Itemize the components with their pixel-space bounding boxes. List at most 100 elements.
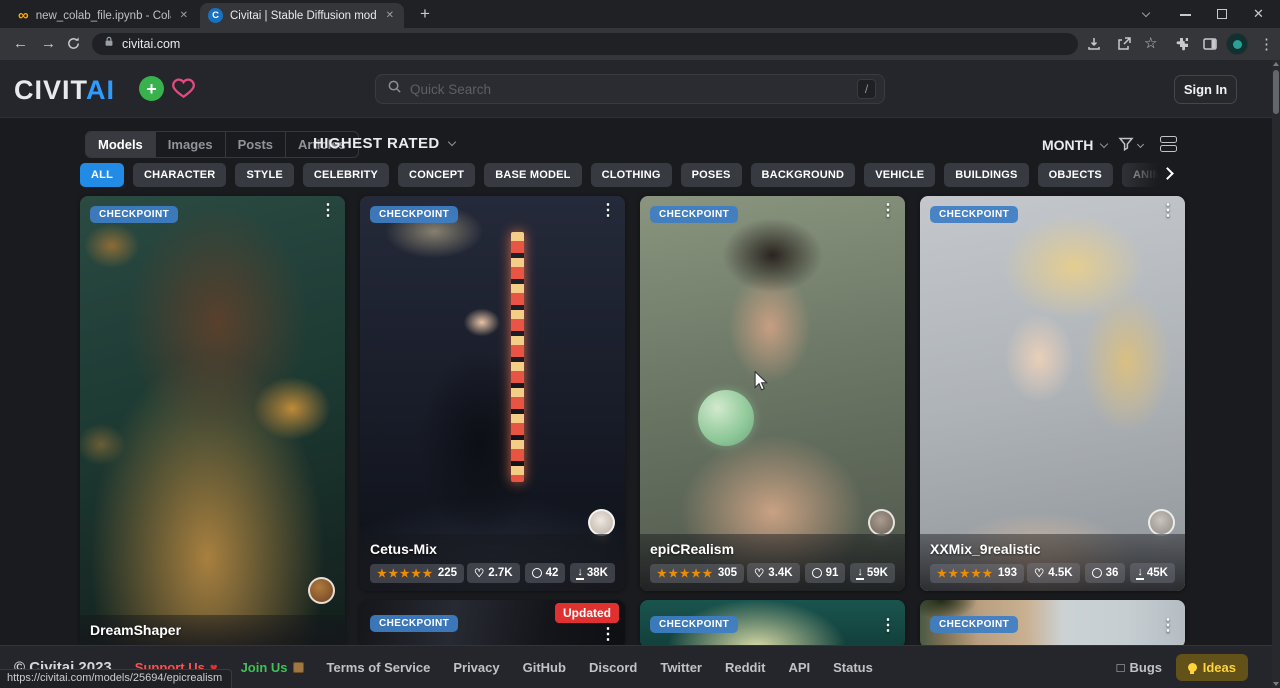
creator-avatar[interactable] xyxy=(588,509,615,536)
model-card-xxmix9realistic[interactable]: CHECKPOINT ⋮ XXMix_9realistic ★★★★★ 193 … xyxy=(920,196,1185,591)
checkpoint-badge: CHECKPOINT xyxy=(930,616,1018,633)
filter-funnel-icon xyxy=(1118,136,1134,152)
chip-all[interactable]: ALL xyxy=(80,163,124,187)
download-page-icon[interactable] xyxy=(1086,36,1102,57)
chip-buildings[interactable]: BUILDINGS xyxy=(944,163,1028,187)
footer-link-github[interactable]: GitHub xyxy=(523,660,566,675)
search-shortcut-badge: / xyxy=(857,79,876,99)
footer-link-privacy[interactable]: Privacy xyxy=(453,660,499,675)
creator-avatar[interactable] xyxy=(1148,509,1175,536)
star-rating-icons: ★★★★★ xyxy=(937,567,994,580)
chip-style[interactable]: STYLE xyxy=(235,163,293,187)
window-close-button[interactable]: ✕ xyxy=(1253,6,1264,22)
extensions-puzzle-icon[interactable] xyxy=(1174,36,1190,57)
card-layout-toggle[interactable] xyxy=(1160,136,1177,152)
tab-posts[interactable]: Posts xyxy=(226,132,286,157)
card-menu-icon[interactable]: ⋮ xyxy=(600,627,616,643)
browser-menu-icon[interactable]: ⋮ xyxy=(1259,35,1274,53)
scrollbar-thumb[interactable] xyxy=(1273,70,1279,114)
address-bar[interactable]: civitai.com xyxy=(92,33,1078,55)
tab-close-icon[interactable]: ✕ xyxy=(384,10,396,21)
search-input[interactable] xyxy=(410,82,849,97)
checkpoint-badge: CHECKPOINT xyxy=(650,206,738,223)
page-scrollbar[interactable] xyxy=(1272,60,1280,688)
favorites-heart-icon[interactable] xyxy=(170,75,197,106)
chip-objects[interactable]: OBJECTS xyxy=(1038,163,1113,187)
footer-link-status[interactable]: Status xyxy=(833,660,873,675)
model-card-cetus-mix[interactable]: CHECKPOINT ⋮ Cetus-Mix ★★★★★ 225 ♡2.7K 4… xyxy=(360,196,625,591)
scrollbar-up-arrow[interactable] xyxy=(1273,62,1279,66)
link-preview-status-bar: https://civitai.com/models/25694/epicrea… xyxy=(0,669,232,688)
side-panel-icon[interactable] xyxy=(1202,36,1218,57)
bugs-button[interactable]: □Bugs xyxy=(1117,660,1162,675)
create-plus-button[interactable]: + xyxy=(139,76,164,101)
model-stats: ★★★★★ 305 ♡3.4K 91 ↓59K xyxy=(650,563,895,583)
card-menu-icon[interactable]: ⋮ xyxy=(1160,203,1176,219)
footer-link-twitter[interactable]: Twitter xyxy=(660,660,702,675)
rating-pill: ★★★★★ 305 xyxy=(650,564,744,583)
card-menu-icon[interactable]: ⋮ xyxy=(320,203,336,219)
likes-count: 3.4K xyxy=(768,567,792,579)
ideas-label: Ideas xyxy=(1203,660,1236,675)
updated-badge: Updated xyxy=(555,603,619,623)
new-tab-button[interactable]: + xyxy=(420,4,430,24)
lock-icon xyxy=(103,35,115,53)
heart-icon: ♡ xyxy=(754,566,764,580)
chip-concept[interactable]: CONCEPT xyxy=(398,163,475,187)
chip-background[interactable]: BACKGROUND xyxy=(751,163,856,187)
back-button[interactable]: ← xyxy=(13,35,28,52)
model-card-dreamshaper[interactable]: CHECKPOINT ⋮ DreamShaper xyxy=(80,196,345,648)
card-menu-icon[interactable]: ⋮ xyxy=(1160,618,1176,634)
model-card-partial[interactable]: CHECKPOINT ⋮ xyxy=(640,600,905,648)
civitai-logo[interactable]: CIVITAI xyxy=(14,75,115,106)
chip-character[interactable]: CHARACTER xyxy=(133,163,226,187)
rating-count: 193 xyxy=(998,567,1017,579)
scrollbar-down-arrow[interactable] xyxy=(1273,682,1279,686)
model-title: DreamShaper xyxy=(90,622,335,638)
browser-tab-civitai[interactable]: C Civitai | Stable Diffusion models, ✕ xyxy=(200,3,404,28)
chip-clothing[interactable]: CLOTHING xyxy=(591,163,672,187)
comments-count: 36 xyxy=(1106,567,1119,579)
filter-dropdown[interactable] xyxy=(1118,136,1143,152)
tab-search-icon[interactable] xyxy=(1142,9,1150,17)
ideas-button[interactable]: Ideas xyxy=(1176,654,1248,681)
window-minimize-button[interactable] xyxy=(1180,14,1191,16)
chip-poses[interactable]: POSES xyxy=(681,163,742,187)
browser-profile-avatar[interactable] xyxy=(1226,33,1248,55)
card-menu-icon[interactable]: ⋮ xyxy=(600,203,616,219)
window-maximize-button[interactable] xyxy=(1217,9,1227,19)
footer-link-discord[interactable]: Discord xyxy=(589,660,637,675)
footer-link-api[interactable]: API xyxy=(788,660,810,675)
tab-images[interactable]: Images xyxy=(156,132,226,157)
quick-search-bar[interactable]: / xyxy=(375,74,885,104)
sign-in-button[interactable]: Sign In xyxy=(1174,75,1237,104)
browser-tab-colab[interactable]: ∞ new_colab_file.ipynb - Colaborat ✕ xyxy=(10,3,198,28)
model-card-partial[interactable]: CHECKPOINT ⋮ xyxy=(920,600,1185,648)
sort-dropdown[interactable]: HIGHEST RATED xyxy=(313,135,455,152)
card-menu-icon[interactable]: ⋮ xyxy=(880,618,896,634)
footer-link-terms[interactable]: Terms of Service xyxy=(327,660,431,675)
download-icon: ↓ xyxy=(1137,567,1143,580)
checkpoint-badge: CHECKPOINT xyxy=(930,206,1018,223)
period-dropdown[interactable]: MONTH xyxy=(1042,137,1107,153)
model-card-epicrealism[interactable]: CHECKPOINT ⋮ epiCRealism ★★★★★ 305 ♡3.4K… xyxy=(640,196,905,591)
model-card-partial[interactable]: Updated CHECKPOINT ⋮ xyxy=(360,600,625,648)
reload-button[interactable] xyxy=(66,36,81,56)
chip-vehicle[interactable]: VEHICLE xyxy=(864,163,935,187)
card-menu-icon[interactable]: ⋮ xyxy=(880,203,896,219)
tab-close-icon[interactable]: ✕ xyxy=(178,10,190,21)
rating-count: 225 xyxy=(438,567,457,579)
downloads-pill: ↓59K xyxy=(850,563,895,583)
chip-celebrity[interactable]: CELEBRITY xyxy=(303,163,389,187)
footer-link-join-us[interactable]: Join Us xyxy=(241,660,304,675)
logo-text-ai: AI xyxy=(86,75,115,105)
creator-avatar[interactable] xyxy=(868,509,895,536)
footer-link-reddit[interactable]: Reddit xyxy=(725,660,765,675)
bookmark-star-icon[interactable]: ☆ xyxy=(1144,34,1157,52)
likes-count: 2.7K xyxy=(488,567,512,579)
chip-base-model[interactable]: BASE MODEL xyxy=(484,163,581,187)
creator-avatar[interactable] xyxy=(308,577,335,604)
share-icon[interactable] xyxy=(1116,36,1132,57)
forward-button[interactable]: → xyxy=(41,35,56,52)
tab-models[interactable]: Models xyxy=(86,132,156,157)
